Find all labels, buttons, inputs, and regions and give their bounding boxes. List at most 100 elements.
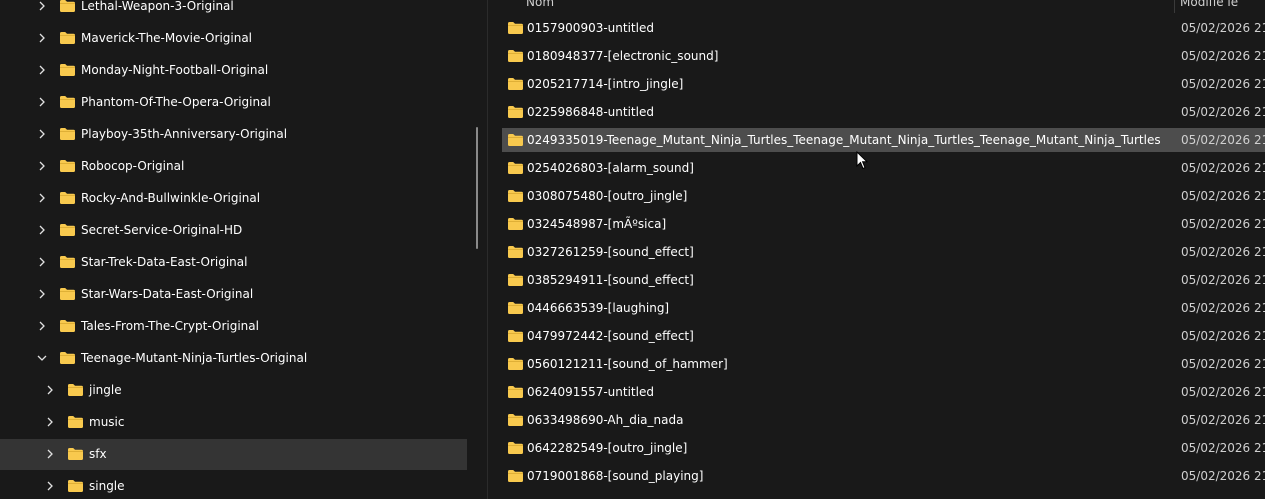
- chevron-down-icon[interactable]: [35, 351, 49, 365]
- nav-item[interactable]: Star-Wars-Data-East-Original: [0, 279, 467, 310]
- file-row[interactable]: 0385294911-[sound_effect] 05/02/2026 21:1…: [502, 268, 1265, 292]
- file-row[interactable]: 0624091557-untitled 05/02/2026 21:15: [502, 380, 1265, 404]
- file-modified-date: 05/02/2026 21:15: [1181, 441, 1265, 455]
- file-name: 0446663539-[laughing]: [527, 301, 670, 315]
- file-modified-date: 05/02/2026 21:15: [1181, 133, 1265, 147]
- navigation-pane: Lethal-Weapon-3-Original Maverick-The-Mov…: [0, 0, 487, 499]
- file-modified-date: 05/02/2026 21:15: [1181, 161, 1265, 175]
- nav-item-label: Tales-From-The-Crypt-Original: [81, 319, 259, 333]
- folder-icon: [507, 189, 524, 203]
- file-row[interactable]: 0205217714-[intro_jingle] 05/02/2026 21:1…: [502, 72, 1265, 96]
- nav-item-label: Maverick-The-Movie-Original: [81, 31, 253, 45]
- nav-item-label: jingle: [89, 383, 122, 397]
- folder-icon: [507, 49, 524, 63]
- file-row[interactable]: 0308075480-[outro_jingle] 05/02/2026 21:1…: [502, 184, 1265, 208]
- folder-icon: [507, 329, 524, 343]
- column-header-name[interactable]: Nom: [526, 0, 554, 8]
- nav-item[interactable]: single: [0, 471, 467, 499]
- nav-item[interactable]: Playboy-35th-Anniversary-Original: [0, 119, 467, 150]
- file-name: 0719001868-[sound_playing]: [527, 469, 704, 483]
- folder-icon: [67, 479, 84, 493]
- file-row[interactable]: 0254026803-[alarm_sound] 05/02/2026 21:15: [502, 156, 1265, 180]
- folder-icon: [59, 0, 76, 13]
- file-row[interactable]: 0180948377-[electronic_sound] 05/02/2026 …: [502, 44, 1265, 68]
- folder-icon: [67, 415, 84, 429]
- chevron-right-icon[interactable]: [35, 223, 49, 237]
- file-row[interactable]: 0225986848-untitled 05/02/2026 21:15: [502, 100, 1265, 124]
- nav-item-label: Star-Wars-Data-East-Original: [81, 287, 254, 301]
- file-name: 0180948377-[electronic_sound]: [527, 49, 719, 63]
- nav-item[interactable]: Lethal-Weapon-3-Original: [0, 0, 467, 22]
- folder-icon: [59, 191, 76, 205]
- file-modified-date: 05/02/2026 21:15: [1181, 469, 1265, 483]
- file-modified-date: 05/02/2026 21:15: [1181, 217, 1265, 231]
- column-header-modified[interactable]: Modifié le: [1180, 0, 1238, 8]
- file-modified-date: 05/02/2026 21:15: [1181, 385, 1265, 399]
- chevron-right-icon[interactable]: [43, 479, 57, 493]
- nav-item[interactable]: Secret-Service-Original-HD: [0, 215, 467, 246]
- file-name: 0642282549-[outro_jingle]: [527, 441, 688, 455]
- chevron-right-icon[interactable]: [35, 31, 49, 45]
- file-row[interactable]: 0719001868-[sound_playing] 05/02/2026 21:…: [502, 464, 1265, 488]
- folder-icon: [507, 105, 524, 119]
- nav-item[interactable]: Robocop-Original: [0, 151, 467, 182]
- folder-icon: [507, 21, 524, 35]
- nav-item[interactable]: Teenage-Mutant-Ninja-Turtles-Original: [0, 343, 467, 374]
- file-modified-date: 05/02/2026 21:15: [1181, 189, 1265, 203]
- folder-icon: [507, 273, 524, 287]
- folder-icon: [507, 357, 524, 371]
- file-modified-date: 05/02/2026 21:15: [1181, 245, 1265, 259]
- nav-item[interactable]: Maverick-The-Movie-Original: [0, 23, 467, 54]
- file-row[interactable]: 0633498690-Ah_dia_nada 05/02/2026 21:15: [502, 408, 1265, 432]
- folder-icon: [67, 447, 84, 461]
- chevron-right-icon[interactable]: [43, 415, 57, 429]
- file-row[interactable]: 0327261259-[sound_effect] 05/02/2026 21:1…: [502, 240, 1265, 264]
- file-modified-date: 05/02/2026 21:15: [1181, 329, 1265, 343]
- file-row[interactable]: 0324548987-[mÃºsica] 05/02/2026 21:15: [502, 212, 1265, 236]
- file-name: 0327261259-[sound_effect]: [527, 245, 694, 259]
- folder-icon: [59, 287, 76, 301]
- nav-item[interactable]: Phantom-Of-The-Opera-Original: [0, 87, 467, 118]
- nav-scrollbar[interactable]: [476, 127, 478, 249]
- folder-icon: [67, 383, 84, 397]
- nav-item[interactable]: Monday-Night-Football-Original: [0, 55, 467, 86]
- nav-item[interactable]: Rocky-And-Bullwinkle-Original: [0, 183, 467, 214]
- nav-item[interactable]: Star-Trek-Data-East-Original: [0, 247, 467, 278]
- file-modified-date: 05/02/2026 21:15: [1181, 77, 1265, 91]
- chevron-right-icon[interactable]: [43, 447, 57, 461]
- file-list-pane: Nom Modifié le 0157900903-untitled 05/02/…: [488, 0, 1265, 499]
- file-row[interactable]: 0479972442-[sound_effect] 05/02/2026 21:1…: [502, 324, 1265, 348]
- file-row[interactable]: 0157900903-untitled 05/02/2026 21:15: [502, 16, 1265, 40]
- nav-item[interactable]: sfx: [0, 439, 467, 470]
- folder-icon: [59, 63, 76, 77]
- chevron-right-icon[interactable]: [35, 95, 49, 109]
- chevron-right-icon[interactable]: [35, 287, 49, 301]
- chevron-right-icon[interactable]: [35, 127, 49, 141]
- file-name: 0633498690-Ah_dia_nada: [527, 413, 684, 427]
- nav-item-label: Lethal-Weapon-3-Original: [81, 0, 234, 13]
- chevron-right-icon[interactable]: [35, 255, 49, 269]
- column-separator[interactable]: [1174, 0, 1175, 13]
- nav-item[interactable]: music: [0, 407, 467, 438]
- nav-item-label: single: [89, 479, 125, 493]
- nav-item[interactable]: Tales-From-The-Crypt-Original: [0, 311, 467, 342]
- file-row[interactable]: 0560121211-[sound_of_hammer] 05/02/2026 2…: [502, 352, 1265, 376]
- chevron-right-icon[interactable]: [43, 383, 57, 397]
- nav-item[interactable]: jingle: [0, 375, 467, 406]
- file-row[interactable]: 0642282549-[outro_jingle] 05/02/2026 21:1…: [502, 436, 1265, 460]
- folder-icon: [507, 441, 524, 455]
- file-modified-date: 05/02/2026 21:15: [1181, 413, 1265, 427]
- file-modified-date: 05/02/2026 21:15: [1181, 105, 1265, 119]
- file-name: 0205217714-[intro_jingle]: [527, 77, 684, 91]
- file-modified-date: 05/02/2026 21:15: [1181, 301, 1265, 315]
- file-row[interactable]: 0446663539-[laughing] 05/02/2026 21:15: [502, 296, 1265, 320]
- nav-item-label: Teenage-Mutant-Ninja-Turtles-Original: [81, 351, 308, 365]
- chevron-right-icon[interactable]: [35, 191, 49, 205]
- chevron-right-icon[interactable]: [35, 63, 49, 77]
- chevron-right-icon[interactable]: [35, 159, 49, 173]
- file-row[interactable]: 0249335019-Teenage_Mutant_Ninja_Turtles_…: [502, 128, 1265, 152]
- folder-icon: [59, 127, 76, 141]
- chevron-right-icon[interactable]: [35, 319, 49, 333]
- chevron-right-icon[interactable]: [35, 0, 49, 13]
- file-name: 0624091557-untitled: [527, 385, 654, 399]
